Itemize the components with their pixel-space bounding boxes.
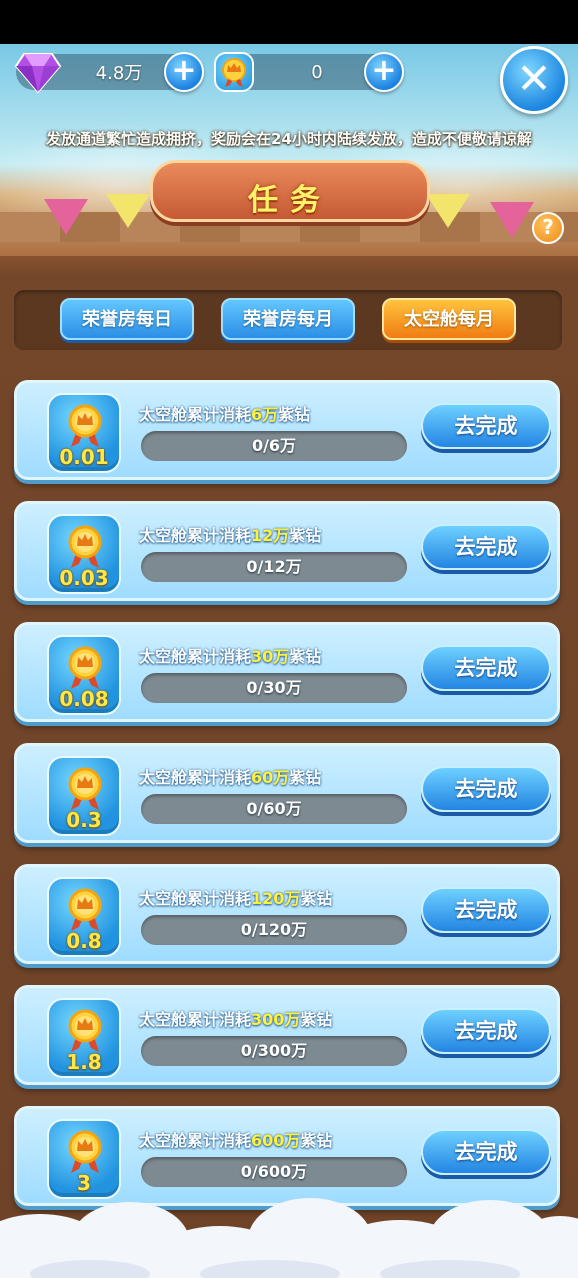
task-amount: 12万 xyxy=(251,526,290,545)
reward-medal: 0.01 xyxy=(47,393,121,473)
task-description: 太空舱累计消耗600万紫钻 xyxy=(139,1127,332,1151)
task-suffix: 紫钻 xyxy=(300,889,333,908)
page-title: 任务 xyxy=(248,183,332,218)
add-gem-button[interactable]: + xyxy=(164,52,204,92)
reward-medal: 1.8 xyxy=(47,998,121,1078)
go-complete-button[interactable]: 去完成 xyxy=(421,887,551,933)
task-suffix: 紫钻 xyxy=(278,405,311,424)
reward-medal: 0.8 xyxy=(47,877,121,957)
task-suffix: 紫钻 xyxy=(289,526,322,545)
crown-medal-icon xyxy=(214,52,254,92)
task-prefix: 太空舱累计消耗 xyxy=(139,768,252,787)
task-suffix: 紫钻 xyxy=(300,1010,333,1029)
go-complete-button[interactable]: 去完成 xyxy=(421,524,551,570)
task-description: 太空舱累计消耗30万紫钻 xyxy=(139,643,321,667)
task-description: 太空舱累计消耗300万紫钻 xyxy=(139,1006,332,1030)
tab-honor-room-monthly[interactable]: 荣誉房每月 xyxy=(221,298,355,340)
task-progress-bar: 0/6万 xyxy=(141,431,407,461)
reward-amount: 0.01 xyxy=(59,445,109,469)
pennant-decoration xyxy=(106,194,150,228)
task-description: 太空舱累计消耗60万紫钻 xyxy=(139,764,321,788)
task-progress-bar: 0/120万 xyxy=(141,915,407,945)
close-button[interactable]: ✕ xyxy=(500,46,568,114)
task-prefix: 太空舱累计消耗 xyxy=(139,647,252,666)
reward-amount: 0.03 xyxy=(59,566,109,590)
task-description: 太空舱累计消耗6万紫钻 xyxy=(139,401,310,425)
task-card: 0.03 太空舱累计消耗12万紫钻 0/12万 去完成 xyxy=(14,501,560,601)
go-complete-button[interactable]: 去完成 xyxy=(421,1008,551,1054)
task-description: 太空舱累计消耗12万紫钻 xyxy=(139,522,321,546)
task-suffix: 紫钻 xyxy=(289,768,322,787)
task-suffix: 紫钻 xyxy=(289,647,322,666)
task-prefix: 太空舱累计消耗 xyxy=(139,526,252,545)
add-coin-button[interactable]: + xyxy=(364,52,404,92)
tab-honor-room-daily[interactable]: 荣誉房每日 xyxy=(60,298,194,340)
task-amount: 30万 xyxy=(251,647,290,666)
notice-marquee: 发放通道繁忙造成拥挤，奖励会在24小时内陆续发放，造成不便敬请谅解 xyxy=(46,130,532,148)
task-progress-bar: 0/600万 xyxy=(141,1157,407,1187)
reward-amount: 1.8 xyxy=(66,1050,102,1074)
task-card: 0.08 太空舱累计消耗30万紫钻 0/30万 去完成 xyxy=(14,622,560,722)
task-card: 0.8 太空舱累计消耗120万紫钻 0/120万 去完成 xyxy=(14,864,560,964)
reward-amount: 0.8 xyxy=(66,929,102,953)
go-complete-button[interactable]: 去完成 xyxy=(421,1129,551,1175)
task-amount: 300万 xyxy=(251,1010,301,1029)
pennant-decoration xyxy=(490,202,534,238)
task-prefix: 太空舱累计消耗 xyxy=(139,1131,252,1150)
tab-space-capsule-monthly[interactable]: 太空舱每月 xyxy=(382,298,516,340)
task-amount: 120万 xyxy=(251,889,301,908)
title-plaque: 任务 xyxy=(150,160,430,222)
close-icon: ✕ xyxy=(516,54,552,103)
tab-bar: 荣誉房每日 荣誉房每月 太空舱每月 xyxy=(14,290,562,350)
task-progress-bar: 0/60万 xyxy=(141,794,407,824)
task-prefix: 太空舱累计消耗 xyxy=(139,889,252,908)
help-button[interactable]: ? xyxy=(532,212,564,244)
task-prefix: 太空舱累计消耗 xyxy=(139,405,252,424)
reward-amount: 3 xyxy=(77,1171,91,1195)
go-complete-button[interactable]: 去完成 xyxy=(421,403,551,449)
question-icon: ? xyxy=(542,215,554,239)
reward-medal: 0.03 xyxy=(47,514,121,594)
reward-amount: 0.08 xyxy=(59,687,109,711)
pennant-decoration xyxy=(44,199,88,235)
pennant-decoration xyxy=(426,194,470,228)
go-complete-button[interactable]: 去完成 xyxy=(421,645,551,691)
reward-medal: 0.3 xyxy=(47,756,121,836)
task-amount: 60万 xyxy=(251,768,290,787)
go-complete-button[interactable]: 去完成 xyxy=(421,766,551,812)
reward-medal: 0.08 xyxy=(47,635,121,715)
purple-diamond-icon xyxy=(14,53,62,94)
task-card: 1.8 太空舱累计消耗300万紫钻 0/300万 去完成 xyxy=(14,985,560,1085)
task-amount: 6万 xyxy=(251,405,279,424)
task-amount: 600万 xyxy=(251,1131,301,1150)
reward-medal: 3 xyxy=(47,1119,121,1199)
reward-amount: 0.3 xyxy=(66,808,102,832)
task-card: 0.3 太空舱累计消耗60万紫钻 0/60万 去完成 xyxy=(14,743,560,843)
task-description: 太空舱累计消耗120万紫钻 xyxy=(139,885,332,909)
task-card: 0.01 太空舱累计消耗6万紫钻 0/6万 去完成 xyxy=(14,380,560,480)
task-screen: 4.8万 + 0 + ✕ 发放通道繁忙造成拥挤，奖励会在24小时内陆续发放，造成… xyxy=(0,44,578,1278)
task-prefix: 太空舱累计消耗 xyxy=(139,1010,252,1029)
task-progress-bar: 0/30万 xyxy=(141,673,407,703)
task-suffix: 紫钻 xyxy=(300,1131,333,1150)
task-card: 3 太空舱累计消耗600万紫钻 0/600万 去完成 xyxy=(14,1106,560,1206)
task-progress-bar: 0/300万 xyxy=(141,1036,407,1066)
task-progress-bar: 0/12万 xyxy=(141,552,407,582)
